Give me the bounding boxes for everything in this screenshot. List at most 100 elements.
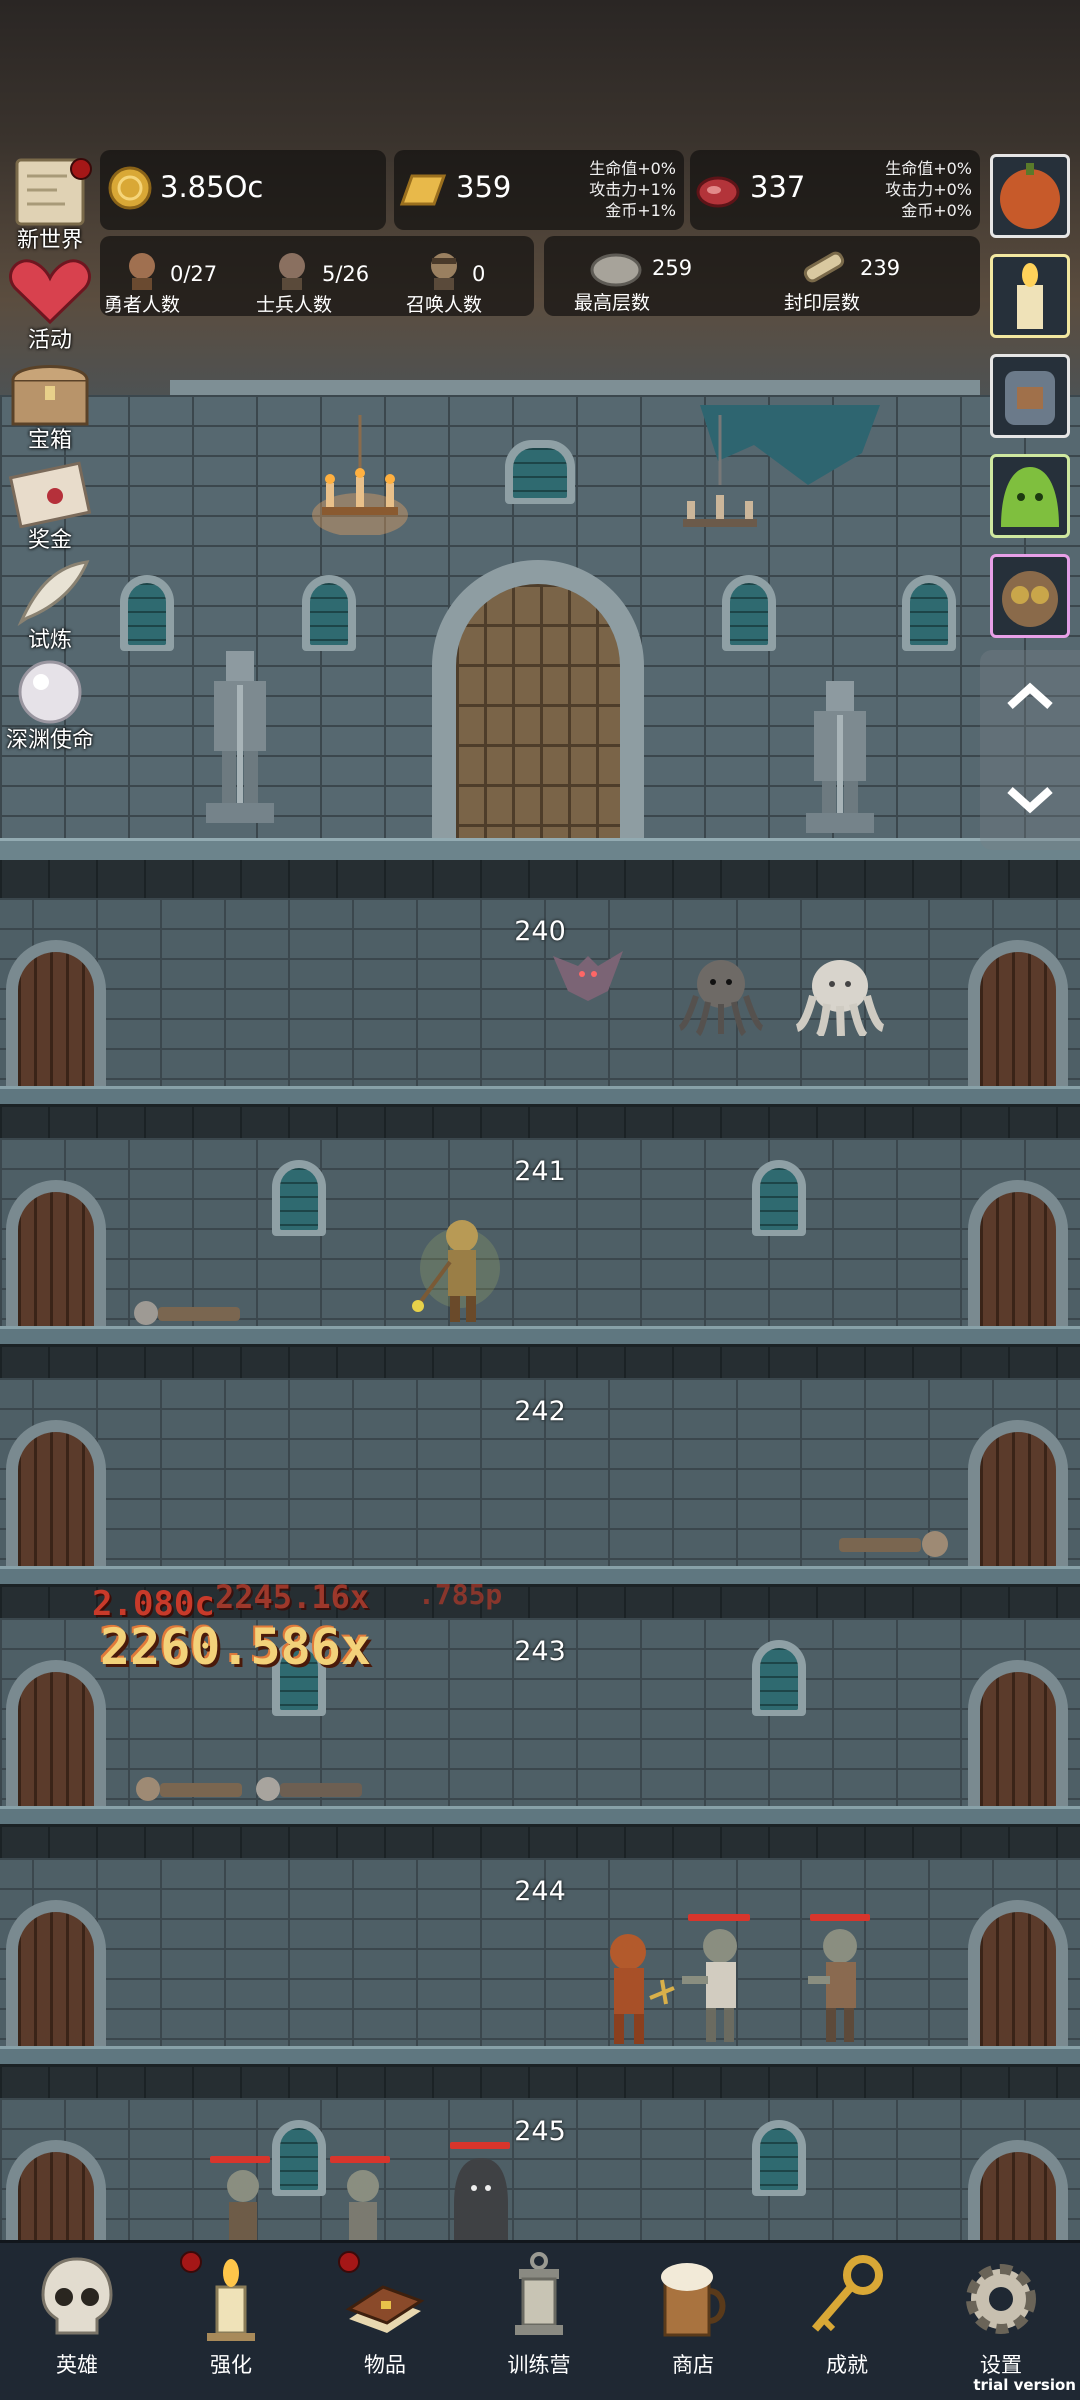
- floor-row: 244: [0, 1858, 1080, 2098]
- slime-pet-slot[interactable]: [990, 454, 1070, 538]
- mage-hero-icon[interactable]: [400, 1208, 500, 1328]
- notification-dot: [180, 2251, 202, 2273]
- castle-window: [902, 575, 956, 651]
- chevron-down-icon[interactable]: [1004, 780, 1056, 820]
- backpack-icon: [1005, 371, 1055, 425]
- enemy-hp-bar: [210, 2156, 270, 2163]
- gold-bar-amount: 359: [456, 170, 512, 204]
- floor-door-right: [968, 940, 1068, 1086]
- feather-icon: [17, 560, 90, 627]
- floor-ledge: [0, 1326, 1080, 1344]
- nav-heroes[interactable]: 英雄: [0, 2243, 154, 2400]
- enemy-hp-bar: [450, 2142, 510, 2149]
- meat-amount: 337: [750, 170, 806, 204]
- fallen-bodies-icon: [136, 1777, 362, 1801]
- abyss-mission-button[interactable]: 深渊使命: [0, 656, 100, 754]
- nav-training-label: 训练营: [507, 2353, 571, 2377]
- candle-pet-slot[interactable]: [990, 254, 1070, 338]
- floor-underside: [0, 1824, 1080, 1858]
- castle-window: [120, 575, 174, 651]
- goggles-pet-slot[interactable]: [990, 554, 1070, 638]
- population-panel: 0/27 勇者人数 5/26 士兵人数 0 召唤人数: [100, 236, 534, 316]
- sealed-floor: 239: [860, 256, 901, 280]
- castle-floor-base: [0, 860, 1080, 898]
- stone-icon: [590, 253, 642, 287]
- fox-hood-hero-icon[interactable]: [600, 1928, 680, 2048]
- floor-ledge: [0, 2046, 1080, 2064]
- hero-count: 0/27: [170, 262, 218, 286]
- floor-door-left: [6, 1660, 106, 1806]
- event-button[interactable]: 活动: [0, 256, 100, 354]
- floor-window: [752, 1640, 806, 1716]
- gear-icon: [966, 2264, 1036, 2334]
- candle-icon: [1017, 263, 1043, 329]
- nav-upgrade[interactable]: 强化: [154, 2243, 308, 2400]
- soldier-count-label: 士兵人数: [256, 294, 333, 316]
- zombie-enemy-icon[interactable]: [800, 1924, 880, 2050]
- floor-window: [272, 2120, 326, 2196]
- enemy-hp-bar: [330, 2156, 390, 2163]
- gold-bar-icon: [399, 174, 447, 206]
- floor-door-right: [968, 1660, 1068, 1806]
- soldier-count: 5/26: [322, 262, 370, 286]
- damage-number: .785p: [418, 1578, 503, 1611]
- floor-door-left: [6, 1180, 106, 1326]
- nav-items[interactable]: 物品: [308, 2243, 462, 2400]
- pumpkin-pet-slot[interactable]: [990, 154, 1070, 238]
- nav-upgrade-label: 强化: [210, 2353, 252, 2377]
- summon-count: 0: [472, 262, 486, 286]
- gold-bar-panel: 359 生命值+0% 攻击力+1% 金币+1%: [394, 150, 684, 230]
- floor-underside: [0, 2064, 1080, 2098]
- castle-main-gate[interactable]: [432, 560, 644, 840]
- nav-heroes-label: 英雄: [56, 2353, 98, 2377]
- key-icon: [811, 2255, 883, 2332]
- bonus-hp: 生命值+0%: [885, 159, 972, 178]
- backpack-pet-slot[interactable]: [990, 354, 1070, 438]
- lantern-icon: [515, 2252, 563, 2335]
- trial-button[interactable]: 试炼: [0, 556, 100, 654]
- floor-underside: [0, 1344, 1080, 1378]
- knight-statue-icon: [206, 651, 274, 823]
- ghost-enemy-icon[interactable]: [795, 956, 885, 1036]
- treasure-chest-icon: [11, 365, 89, 426]
- floor-window: [752, 2120, 806, 2196]
- game-stage: 240 241 242 243 244 245 2.080c 2245.16x …: [0, 0, 1080, 2400]
- squid-enemy-icon[interactable]: [676, 956, 766, 1036]
- nav-shop-label: 商店: [672, 2353, 714, 2377]
- soldier-head-icon: [279, 253, 305, 290]
- reward-button[interactable]: 奖金: [0, 456, 100, 554]
- floor-door-right: [968, 1900, 1068, 2046]
- max-floor: 259: [652, 256, 693, 280]
- envelope-icon: [8, 461, 92, 529]
- fallen-body-icon: [839, 1531, 948, 1557]
- damage-number: 2245.16x: [215, 1578, 370, 1616]
- castle-window-top: [505, 440, 575, 504]
- zombie-enemy-icon[interactable]: [215, 2166, 275, 2246]
- floor-window: [272, 1160, 326, 1236]
- critical-damage-number: 2260.586x: [100, 1618, 371, 1676]
- nav-achievements[interactable]: 成就: [770, 2243, 924, 2400]
- enemy-hp-bar: [688, 1914, 750, 1921]
- nav-training[interactable]: 训练营: [462, 2243, 616, 2400]
- floor-door-left: [6, 1420, 106, 1566]
- zombie-enemy-icon[interactable]: [680, 1924, 760, 2050]
- hero-count-label: 勇者人数: [104, 294, 181, 316]
- nav-achievements-label: 成就: [826, 2353, 868, 2377]
- hooded-enemy-icon[interactable]: [448, 2154, 514, 2244]
- nav-shop[interactable]: 商店: [616, 2243, 770, 2400]
- notification-dot: [70, 158, 92, 180]
- pearl-icon: [18, 660, 82, 724]
- castle-floor: [0, 838, 1080, 860]
- chest-button[interactable]: 宝箱: [0, 356, 100, 454]
- chevron-up-icon[interactable]: [1004, 676, 1056, 716]
- meat-icon: [696, 176, 740, 208]
- zombie-enemy-icon[interactable]: [335, 2166, 395, 2246]
- bat-enemy-icon[interactable]: [548, 936, 628, 1006]
- floor-ledge: [0, 1566, 1080, 1584]
- pumpkin-icon: [1000, 163, 1060, 229]
- new-world-button[interactable]: 新世界: [0, 156, 100, 254]
- chandelier-lit-icon: [312, 415, 408, 535]
- floor-number: 245: [514, 2116, 566, 2147]
- knight-statue-icon: [806, 681, 874, 833]
- floor-underside: [0, 1104, 1080, 1138]
